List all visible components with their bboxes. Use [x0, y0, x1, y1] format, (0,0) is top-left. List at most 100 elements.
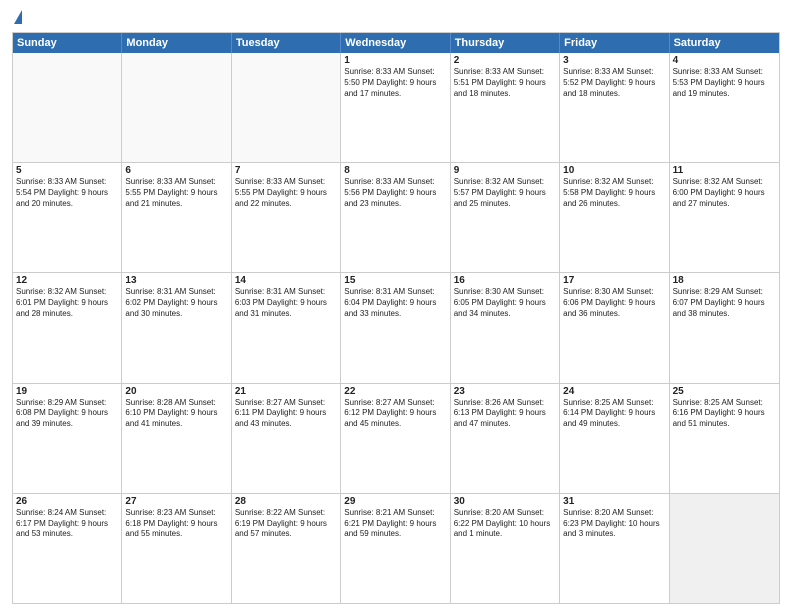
day-number: 30 — [454, 496, 556, 507]
calendar-row: 5Sunrise: 8:33 AM Sunset: 5:54 PM Daylig… — [13, 162, 779, 272]
cell-daylight-info: Sunrise: 8:33 AM Sunset: 5:55 PM Dayligh… — [235, 177, 337, 209]
day-number: 26 — [16, 496, 118, 507]
day-number: 17 — [563, 275, 665, 286]
cell-daylight-info: Sunrise: 8:25 AM Sunset: 6:16 PM Dayligh… — [673, 398, 776, 430]
day-number: 4 — [673, 55, 776, 66]
cell-daylight-info: Sunrise: 8:31 AM Sunset: 6:03 PM Dayligh… — [235, 287, 337, 319]
day-number: 22 — [344, 386, 446, 397]
calendar-cell: 21Sunrise: 8:27 AM Sunset: 6:11 PM Dayli… — [232, 384, 341, 493]
calendar-cell: 1Sunrise: 8:33 AM Sunset: 5:50 PM Daylig… — [341, 53, 450, 162]
cell-daylight-info: Sunrise: 8:20 AM Sunset: 6:23 PM Dayligh… — [563, 508, 665, 540]
cell-daylight-info: Sunrise: 8:33 AM Sunset: 5:55 PM Dayligh… — [125, 177, 227, 209]
cell-daylight-info: Sunrise: 8:32 AM Sunset: 5:57 PM Dayligh… — [454, 177, 556, 209]
cell-daylight-info: Sunrise: 8:21 AM Sunset: 6:21 PM Dayligh… — [344, 508, 446, 540]
day-number: 3 — [563, 55, 665, 66]
cell-daylight-info: Sunrise: 8:26 AM Sunset: 6:13 PM Dayligh… — [454, 398, 556, 430]
day-number: 21 — [235, 386, 337, 397]
cell-daylight-info: Sunrise: 8:30 AM Sunset: 6:06 PM Dayligh… — [563, 287, 665, 319]
calendar-cell: 26Sunrise: 8:24 AM Sunset: 6:17 PM Dayli… — [13, 494, 122, 603]
cell-daylight-info: Sunrise: 8:29 AM Sunset: 6:07 PM Dayligh… — [673, 287, 776, 319]
calendar-cell — [232, 53, 341, 162]
calendar-cell: 29Sunrise: 8:21 AM Sunset: 6:21 PM Dayli… — [341, 494, 450, 603]
calendar-cell: 8Sunrise: 8:33 AM Sunset: 5:56 PM Daylig… — [341, 163, 450, 272]
calendar-cell: 30Sunrise: 8:20 AM Sunset: 6:22 PM Dayli… — [451, 494, 560, 603]
calendar-cell: 24Sunrise: 8:25 AM Sunset: 6:14 PM Dayli… — [560, 384, 669, 493]
cell-daylight-info: Sunrise: 8:32 AM Sunset: 5:58 PM Dayligh… — [563, 177, 665, 209]
weekday-header: Wednesday — [341, 33, 450, 53]
calendar-cell: 31Sunrise: 8:20 AM Sunset: 6:23 PM Dayli… — [560, 494, 669, 603]
cell-daylight-info: Sunrise: 8:24 AM Sunset: 6:17 PM Dayligh… — [16, 508, 118, 540]
calendar-cell: 19Sunrise: 8:29 AM Sunset: 6:08 PM Dayli… — [13, 384, 122, 493]
cell-daylight-info: Sunrise: 8:32 AM Sunset: 6:00 PM Dayligh… — [673, 177, 776, 209]
day-number: 23 — [454, 386, 556, 397]
day-number: 16 — [454, 275, 556, 286]
day-number: 9 — [454, 165, 556, 176]
calendar-cell: 12Sunrise: 8:32 AM Sunset: 6:01 PM Dayli… — [13, 273, 122, 382]
calendar-cell: 22Sunrise: 8:27 AM Sunset: 6:12 PM Dayli… — [341, 384, 450, 493]
calendar-cell: 7Sunrise: 8:33 AM Sunset: 5:55 PM Daylig… — [232, 163, 341, 272]
cell-daylight-info: Sunrise: 8:33 AM Sunset: 5:54 PM Dayligh… — [16, 177, 118, 209]
calendar-cell: 28Sunrise: 8:22 AM Sunset: 6:19 PM Dayli… — [232, 494, 341, 603]
day-number: 12 — [16, 275, 118, 286]
calendar-cell: 20Sunrise: 8:28 AM Sunset: 6:10 PM Dayli… — [122, 384, 231, 493]
day-number: 8 — [344, 165, 446, 176]
calendar-cell — [122, 53, 231, 162]
day-number: 20 — [125, 386, 227, 397]
calendar-cell: 9Sunrise: 8:32 AM Sunset: 5:57 PM Daylig… — [451, 163, 560, 272]
calendar: SundayMondayTuesdayWednesdayThursdayFrid… — [12, 32, 780, 604]
calendar-cell: 17Sunrise: 8:30 AM Sunset: 6:06 PM Dayli… — [560, 273, 669, 382]
cell-daylight-info: Sunrise: 8:33 AM Sunset: 5:53 PM Dayligh… — [673, 67, 776, 99]
cell-daylight-info: Sunrise: 8:27 AM Sunset: 6:11 PM Dayligh… — [235, 398, 337, 430]
calendar-row: 19Sunrise: 8:29 AM Sunset: 6:08 PM Dayli… — [13, 383, 779, 493]
logo — [12, 10, 22, 26]
day-number: 25 — [673, 386, 776, 397]
cell-daylight-info: Sunrise: 8:28 AM Sunset: 6:10 PM Dayligh… — [125, 398, 227, 430]
weekday-header: Saturday — [670, 33, 779, 53]
calendar-cell — [13, 53, 122, 162]
calendar-cell: 5Sunrise: 8:33 AM Sunset: 5:54 PM Daylig… — [13, 163, 122, 272]
day-number: 5 — [16, 165, 118, 176]
calendar-cell: 11Sunrise: 8:32 AM Sunset: 6:00 PM Dayli… — [670, 163, 779, 272]
calendar-header: SundayMondayTuesdayWednesdayThursdayFrid… — [13, 33, 779, 53]
calendar-cell: 15Sunrise: 8:31 AM Sunset: 6:04 PM Dayli… — [341, 273, 450, 382]
day-number: 11 — [673, 165, 776, 176]
calendar-cell: 4Sunrise: 8:33 AM Sunset: 5:53 PM Daylig… — [670, 53, 779, 162]
calendar-cell: 10Sunrise: 8:32 AM Sunset: 5:58 PM Dayli… — [560, 163, 669, 272]
cell-daylight-info: Sunrise: 8:31 AM Sunset: 6:04 PM Dayligh… — [344, 287, 446, 319]
day-number: 13 — [125, 275, 227, 286]
calendar-cell: 18Sunrise: 8:29 AM Sunset: 6:07 PM Dayli… — [670, 273, 779, 382]
day-number: 31 — [563, 496, 665, 507]
cell-daylight-info: Sunrise: 8:25 AM Sunset: 6:14 PM Dayligh… — [563, 398, 665, 430]
calendar-row: 26Sunrise: 8:24 AM Sunset: 6:17 PM Dayli… — [13, 493, 779, 603]
cell-daylight-info: Sunrise: 8:27 AM Sunset: 6:12 PM Dayligh… — [344, 398, 446, 430]
cell-daylight-info: Sunrise: 8:33 AM Sunset: 5:50 PM Dayligh… — [344, 67, 446, 99]
day-number: 28 — [235, 496, 337, 507]
day-number: 19 — [16, 386, 118, 397]
weekday-header: Sunday — [13, 33, 122, 53]
day-number: 1 — [344, 55, 446, 66]
calendar-cell: 23Sunrise: 8:26 AM Sunset: 6:13 PM Dayli… — [451, 384, 560, 493]
cell-daylight-info: Sunrise: 8:31 AM Sunset: 6:02 PM Dayligh… — [125, 287, 227, 319]
weekday-header: Thursday — [451, 33, 560, 53]
day-number: 27 — [125, 496, 227, 507]
cell-daylight-info: Sunrise: 8:33 AM Sunset: 5:56 PM Dayligh… — [344, 177, 446, 209]
day-number: 18 — [673, 275, 776, 286]
cell-daylight-info: Sunrise: 8:20 AM Sunset: 6:22 PM Dayligh… — [454, 508, 556, 540]
calendar-cell: 2Sunrise: 8:33 AM Sunset: 5:51 PM Daylig… — [451, 53, 560, 162]
calendar-cell: 25Sunrise: 8:25 AM Sunset: 6:16 PM Dayli… — [670, 384, 779, 493]
calendar-cell — [670, 494, 779, 603]
day-number: 24 — [563, 386, 665, 397]
calendar-cell: 27Sunrise: 8:23 AM Sunset: 6:18 PM Dayli… — [122, 494, 231, 603]
header — [12, 10, 780, 26]
weekday-header: Tuesday — [232, 33, 341, 53]
calendar-row: 12Sunrise: 8:32 AM Sunset: 6:01 PM Dayli… — [13, 272, 779, 382]
day-number: 10 — [563, 165, 665, 176]
calendar-cell: 6Sunrise: 8:33 AM Sunset: 5:55 PM Daylig… — [122, 163, 231, 272]
day-number: 6 — [125, 165, 227, 176]
cell-daylight-info: Sunrise: 8:29 AM Sunset: 6:08 PM Dayligh… — [16, 398, 118, 430]
day-number: 2 — [454, 55, 556, 66]
calendar-cell: 16Sunrise: 8:30 AM Sunset: 6:05 PM Dayli… — [451, 273, 560, 382]
cell-daylight-info: Sunrise: 8:33 AM Sunset: 5:52 PM Dayligh… — [563, 67, 665, 99]
weekday-header: Friday — [560, 33, 669, 53]
cell-daylight-info: Sunrise: 8:32 AM Sunset: 6:01 PM Dayligh… — [16, 287, 118, 319]
